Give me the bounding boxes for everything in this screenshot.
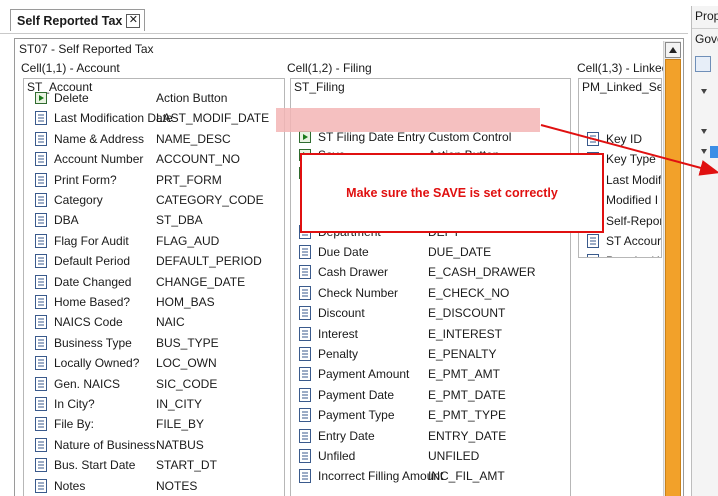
annotation-arrow [540, 124, 718, 176]
